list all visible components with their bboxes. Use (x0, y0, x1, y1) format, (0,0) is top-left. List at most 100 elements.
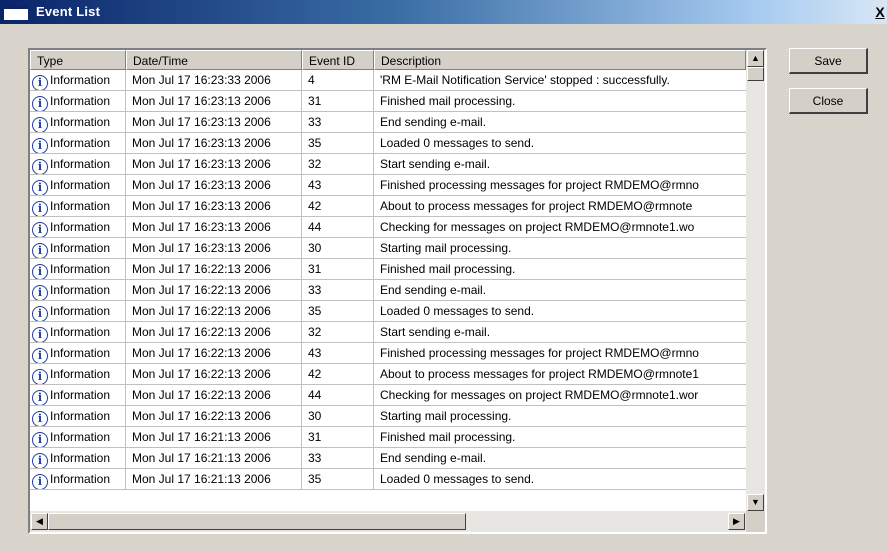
type-text: Information (50, 94, 111, 108)
table-row[interactable]: i Information Mon Jul 17 16:23:13 2006 31 Fi… (30, 91, 746, 112)
table-row[interactable]: i Information Mon Jul 17 16:22:13 2006 42 Ab… (30, 364, 746, 385)
table-row[interactable]: i Information Mon Jul 17 16:21:13 2006 35 Lo… (30, 469, 746, 490)
event-id-cell: 33 (302, 280, 374, 300)
type-text: Information (50, 199, 111, 213)
event-list-window: Event List X Type Date/Time Event ID Des… (0, 0, 887, 552)
event-id-cell: 42 (302, 364, 374, 384)
type-cell: i Information (30, 259, 126, 279)
information-icon: i (32, 474, 48, 489)
table-row[interactable]: i Information Mon Jul 17 16:22:13 2006 30 St… (30, 406, 746, 427)
window-title: Event List (36, 4, 101, 19)
information-icon: i (32, 306, 48, 321)
description-cell: Starting mail processing. (380, 241, 512, 255)
description-cell: End sending e-mail. (380, 283, 487, 297)
close-button[interactable]: Close (789, 88, 868, 114)
date-cell: Mon Jul 17 16:21:13 2006 (126, 427, 302, 447)
description-cell: About to process messages for project RM… (380, 367, 699, 381)
information-icon: i (32, 117, 48, 132)
description-cell: 'RM E-Mail Notification Service' stopped… (380, 73, 670, 87)
title-bar[interactable]: Event List X (0, 0, 887, 24)
date-cell: Mon Jul 17 16:23:13 2006 (126, 133, 302, 153)
type-cell: i Information (30, 385, 126, 405)
description-cell: Finished processing messages for project… (380, 178, 699, 192)
type-text: Information (50, 220, 111, 234)
event-id-cell: 31 (302, 91, 374, 111)
date-cell: Mon Jul 17 16:21:13 2006 (126, 469, 302, 489)
scroll-up-button[interactable]: ▲ (747, 50, 764, 67)
information-icon: i (32, 390, 48, 405)
type-text: Information (50, 325, 111, 339)
event-id-cell: 44 (302, 385, 374, 405)
type-text: Information (50, 367, 111, 381)
event-id-cell: 32 (302, 154, 374, 174)
event-list-view[interactable]: Type Date/Time Event ID Description i Inf… (28, 48, 767, 534)
table-row[interactable]: i Information Mon Jul 17 16:22:13 2006 44 Ch… (30, 385, 746, 406)
description-cell: Loaded 0 messages to send. (380, 304, 535, 318)
table-row[interactable]: i Information Mon Jul 17 16:23:13 2006 44 Ch… (30, 217, 746, 238)
column-header-event-id[interactable]: Event ID (302, 50, 374, 70)
information-icon: i (32, 201, 48, 216)
information-icon: i (32, 138, 48, 153)
type-cell: i Information (30, 301, 126, 321)
type-text: Information (50, 346, 111, 360)
column-header-description[interactable]: Description (374, 50, 746, 70)
event-id-cell: 31 (302, 427, 374, 447)
information-icon: i (32, 327, 48, 342)
column-header-type[interactable]: Type (30, 50, 126, 70)
vertical-scrollbar[interactable]: ▲ ▼ (746, 50, 765, 511)
scroll-left-button[interactable]: ◀ (31, 513, 48, 530)
date-cell: Mon Jul 17 16:22:13 2006 (126, 406, 302, 426)
event-id-cell: 35 (302, 469, 374, 489)
table-row[interactable]: i Information Mon Jul 17 16:23:13 2006 32 St… (30, 154, 746, 175)
horizontal-scroll-thumb[interactable] (48, 513, 466, 530)
table-row[interactable]: i Information Mon Jul 17 16:23:13 2006 30 St… (30, 238, 746, 259)
type-cell: i Information (30, 217, 126, 237)
description-cell: Finished mail processing. (380, 94, 516, 108)
table-row[interactable]: i Information Mon Jul 17 16:23:33 2006 4 'RM… (30, 70, 746, 91)
type-cell: i Information (30, 112, 126, 132)
vertical-scroll-thumb[interactable] (747, 67, 764, 81)
type-cell: i Information (30, 196, 126, 216)
table-row[interactable]: i Information Mon Jul 17 16:23:13 2006 42 Ab… (30, 196, 746, 217)
column-header-date[interactable]: Date/Time (126, 50, 302, 70)
table-row[interactable]: i Information Mon Jul 17 16:22:13 2006 43 Fi… (30, 343, 746, 364)
event-id-cell: 43 (302, 343, 374, 363)
event-id-cell: 42 (302, 196, 374, 216)
table-row[interactable]: i Information Mon Jul 17 16:22:13 2006 33 En… (30, 280, 746, 301)
table-row[interactable]: i Information Mon Jul 17 16:23:13 2006 35 Lo… (30, 133, 746, 154)
date-cell: Mon Jul 17 16:23:13 2006 (126, 154, 302, 174)
information-icon: i (32, 411, 48, 426)
type-text: Information (50, 115, 111, 129)
date-cell: Mon Jul 17 16:22:13 2006 (126, 301, 302, 321)
table-row[interactable]: i Information Mon Jul 17 16:23:13 2006 33 En… (30, 112, 746, 133)
event-id-cell: 35 (302, 301, 374, 321)
event-id-cell: 43 (302, 175, 374, 195)
table-row[interactable]: i Information Mon Jul 17 16:21:13 2006 31 Fi… (30, 427, 746, 448)
type-text: Information (50, 283, 111, 297)
type-text: Information (50, 136, 111, 150)
date-cell: Mon Jul 17 16:22:13 2006 (126, 364, 302, 384)
description-cell: Checking for messages on project RMDEMO@… (380, 388, 699, 402)
type-text: Information (50, 304, 111, 318)
type-cell: i Information (30, 70, 126, 90)
information-icon: i (32, 159, 48, 174)
table-row[interactable]: i Information Mon Jul 17 16:22:13 2006 31 Fi… (30, 259, 746, 280)
scroll-down-button[interactable]: ▼ (747, 494, 764, 511)
type-text: Information (50, 73, 111, 87)
horizontal-scrollbar[interactable]: ◀ ▶ (30, 511, 746, 532)
table-row[interactable]: i Information Mon Jul 17 16:22:13 2006 35 Lo… (30, 301, 746, 322)
type-text: Information (50, 388, 111, 402)
save-button[interactable]: Save (789, 48, 868, 74)
table-row[interactable]: i Information Mon Jul 17 16:21:13 2006 33 En… (30, 448, 746, 469)
information-icon: i (32, 75, 48, 90)
scrollbar-corner (746, 511, 765, 532)
scroll-right-button[interactable]: ▶ (728, 513, 745, 530)
close-window-button[interactable]: X (873, 4, 887, 20)
type-cell: i Information (30, 448, 126, 468)
type-cell: i Information (30, 469, 126, 489)
type-cell: i Information (30, 154, 126, 174)
table-row[interactable]: i Information Mon Jul 17 16:22:13 2006 32 St… (30, 322, 746, 343)
table-row[interactable]: i Information Mon Jul 17 16:23:13 2006 43 Fi… (30, 175, 746, 196)
description-cell: About to process messages for project RM… (380, 199, 693, 213)
description-cell: Finished mail processing. (380, 262, 516, 276)
